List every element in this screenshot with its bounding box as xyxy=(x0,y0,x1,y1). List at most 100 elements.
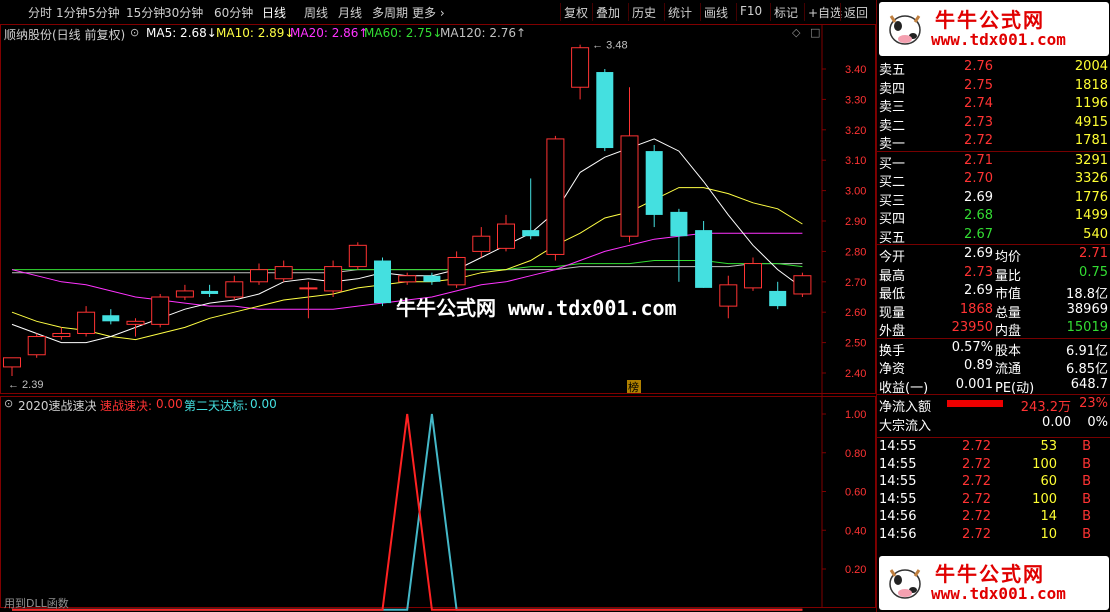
indicator-tick-label: 0.40 xyxy=(845,525,866,537)
candle-body xyxy=(398,275,417,283)
action-button-2[interactable]: 历史 xyxy=(632,4,656,21)
action-button-8[interactable]: 返回 xyxy=(844,4,868,21)
tick-side: B xyxy=(1082,474,1091,489)
period-tab-4[interactable]: 30分钟 xyxy=(164,4,203,21)
indicator-fast-line xyxy=(12,413,803,611)
toolbar-divider xyxy=(736,3,737,21)
stat-value: 2.71 xyxy=(1079,246,1108,261)
watermark-url: www.tdx001.com xyxy=(508,296,677,320)
cow-icon xyxy=(889,569,921,599)
logo-bottom-name: 牛牛公式网 xyxy=(935,562,1045,586)
candle-body xyxy=(126,320,145,325)
action-button-5[interactable]: F10 xyxy=(740,4,762,18)
stat-row: 最低 2.69 市值 18.8亿 xyxy=(877,282,1110,302)
fast-value: 0.00 xyxy=(156,397,183,411)
stat-label: 今开 xyxy=(879,250,906,265)
bid-row: 买五 2.67 540 xyxy=(877,226,1110,246)
bid-label: 买一 xyxy=(879,156,906,172)
main-frame xyxy=(0,24,876,394)
tick-row: 14:55 2.72 53 B xyxy=(877,438,1110,456)
period-tab-2[interactable]: 5分钟 xyxy=(88,4,120,21)
period-tab-0[interactable]: 分时 xyxy=(28,4,52,21)
tick-row: 14:56 2.72 14 B xyxy=(877,508,1110,526)
period-tab-10[interactable]: 更多 › xyxy=(412,4,445,21)
indicator-tick-label: 0.20 xyxy=(845,564,866,576)
ask-price: 2.73 xyxy=(964,114,993,130)
period-tab-6[interactable]: 日线 xyxy=(262,4,286,21)
period-tab-3[interactable]: 15分钟 xyxy=(126,4,165,21)
ask-price: 2.76 xyxy=(964,59,993,74)
candle-body xyxy=(3,357,21,368)
bid-price: 2.67 xyxy=(964,226,993,242)
candle-body xyxy=(274,266,293,280)
action-button-6[interactable]: 标记 xyxy=(774,4,798,21)
tick-volume: 100 xyxy=(1032,456,1057,472)
fund-label: 收益(一) xyxy=(879,380,929,396)
candle-body xyxy=(225,281,244,298)
ask-label: 卖一 xyxy=(879,137,906,152)
action-button-0[interactable]: 复权 xyxy=(564,4,588,21)
candle-body xyxy=(102,315,120,322)
stat-value: 38969 xyxy=(1066,301,1108,317)
ask-row: 卖四 2.75 1818 xyxy=(877,77,1110,97)
indicator-settings-icon[interactable]: ⊙ xyxy=(4,397,13,410)
period-tab-8[interactable]: 月线 xyxy=(338,4,362,21)
indicator-tick-label: 1.00 xyxy=(845,409,866,421)
candle-body xyxy=(175,290,194,298)
bid-volume: 3291 xyxy=(1074,152,1108,168)
fund-label: 换手 xyxy=(879,343,906,359)
toolbar-divider xyxy=(840,3,841,21)
tick-time: 14:55 xyxy=(879,456,917,472)
ma120-label: MA120: 2.76↑ xyxy=(440,26,527,40)
fund-value: 0.89 xyxy=(964,358,993,373)
fund-value: 0.001 xyxy=(955,376,993,392)
stat-value: 2.69 xyxy=(964,246,993,261)
tick-volume: 53 xyxy=(1040,439,1057,454)
stock-title: 顺纳股份(日线 前复权) xyxy=(4,28,126,42)
indicator-next-line xyxy=(12,413,803,611)
period-tab-7[interactable]: 周线 xyxy=(304,4,328,21)
ma10-label: MA10: 2.89↓ xyxy=(216,26,295,40)
expand-icon[interactable]: □ xyxy=(810,26,820,39)
quote-panel: 牛牛公式网 www.tdx001.com 卖五 2.76 2004 卖四 2.75 181… xyxy=(876,0,1110,612)
fund-value: 648.7 xyxy=(1070,376,1108,392)
tick-side: B xyxy=(1082,456,1091,472)
flow-pct: 0% xyxy=(1087,414,1108,430)
period-tab-1[interactable]: 1分钟 xyxy=(56,4,88,21)
action-button-4[interactable]: 画线 xyxy=(704,4,728,21)
logo-top-url: www.tdx001.com xyxy=(931,30,1066,49)
fund-value: 6.91亿 xyxy=(1066,343,1108,359)
bid-row: 买二 2.70 3326 xyxy=(877,170,1110,190)
cow-icon xyxy=(889,15,921,45)
flow-value: 243.2万 xyxy=(1020,400,1071,415)
watermark: 牛牛公式网 www.tdx001.com xyxy=(396,292,677,321)
logo-top-name: 牛牛公式网 xyxy=(935,8,1045,32)
diamond-icon[interactable]: ◇ xyxy=(792,26,800,39)
period-tab-5[interactable]: 60分钟 xyxy=(214,4,253,21)
toolbar-divider xyxy=(700,3,701,21)
stat-value: 2.73 xyxy=(964,264,993,280)
price-tick-label: 2.50 xyxy=(845,338,866,350)
candle-body xyxy=(522,230,540,237)
ask-volume: 1818 xyxy=(1074,77,1108,93)
period-tab-9[interactable]: 多周期 xyxy=(372,4,408,21)
ma20-label: MA20: 2.86↑ xyxy=(290,26,369,40)
fast-label: 速战速决: xyxy=(100,399,153,413)
fund-row: 换手 0.57% 股本 6.91亿 xyxy=(877,339,1110,359)
action-button-7[interactable]: +自选 xyxy=(808,4,842,21)
action-button-1[interactable]: 叠加 xyxy=(596,4,620,21)
ask-volume: 1196 xyxy=(1074,96,1108,111)
stat-value: 2.69 xyxy=(964,283,993,298)
ask-row: 卖三 2.74 1196 xyxy=(877,95,1110,115)
ma120-line xyxy=(12,263,803,274)
ma-settings-icon[interactable]: ⊙ xyxy=(130,26,139,39)
action-button-3[interactable]: 统计 xyxy=(668,4,692,21)
ask-row: 卖二 2.73 4915 xyxy=(877,114,1110,134)
candle-body xyxy=(546,138,565,255)
ma5-label: MA5: 2.68↓ xyxy=(146,26,217,40)
fund-label: 股本 xyxy=(995,343,1022,359)
bid-label: 买二 xyxy=(879,175,906,190)
candle-body xyxy=(620,135,639,237)
ask-label: 卖四 xyxy=(879,81,906,97)
next-label: 第二天达标: xyxy=(184,399,249,413)
